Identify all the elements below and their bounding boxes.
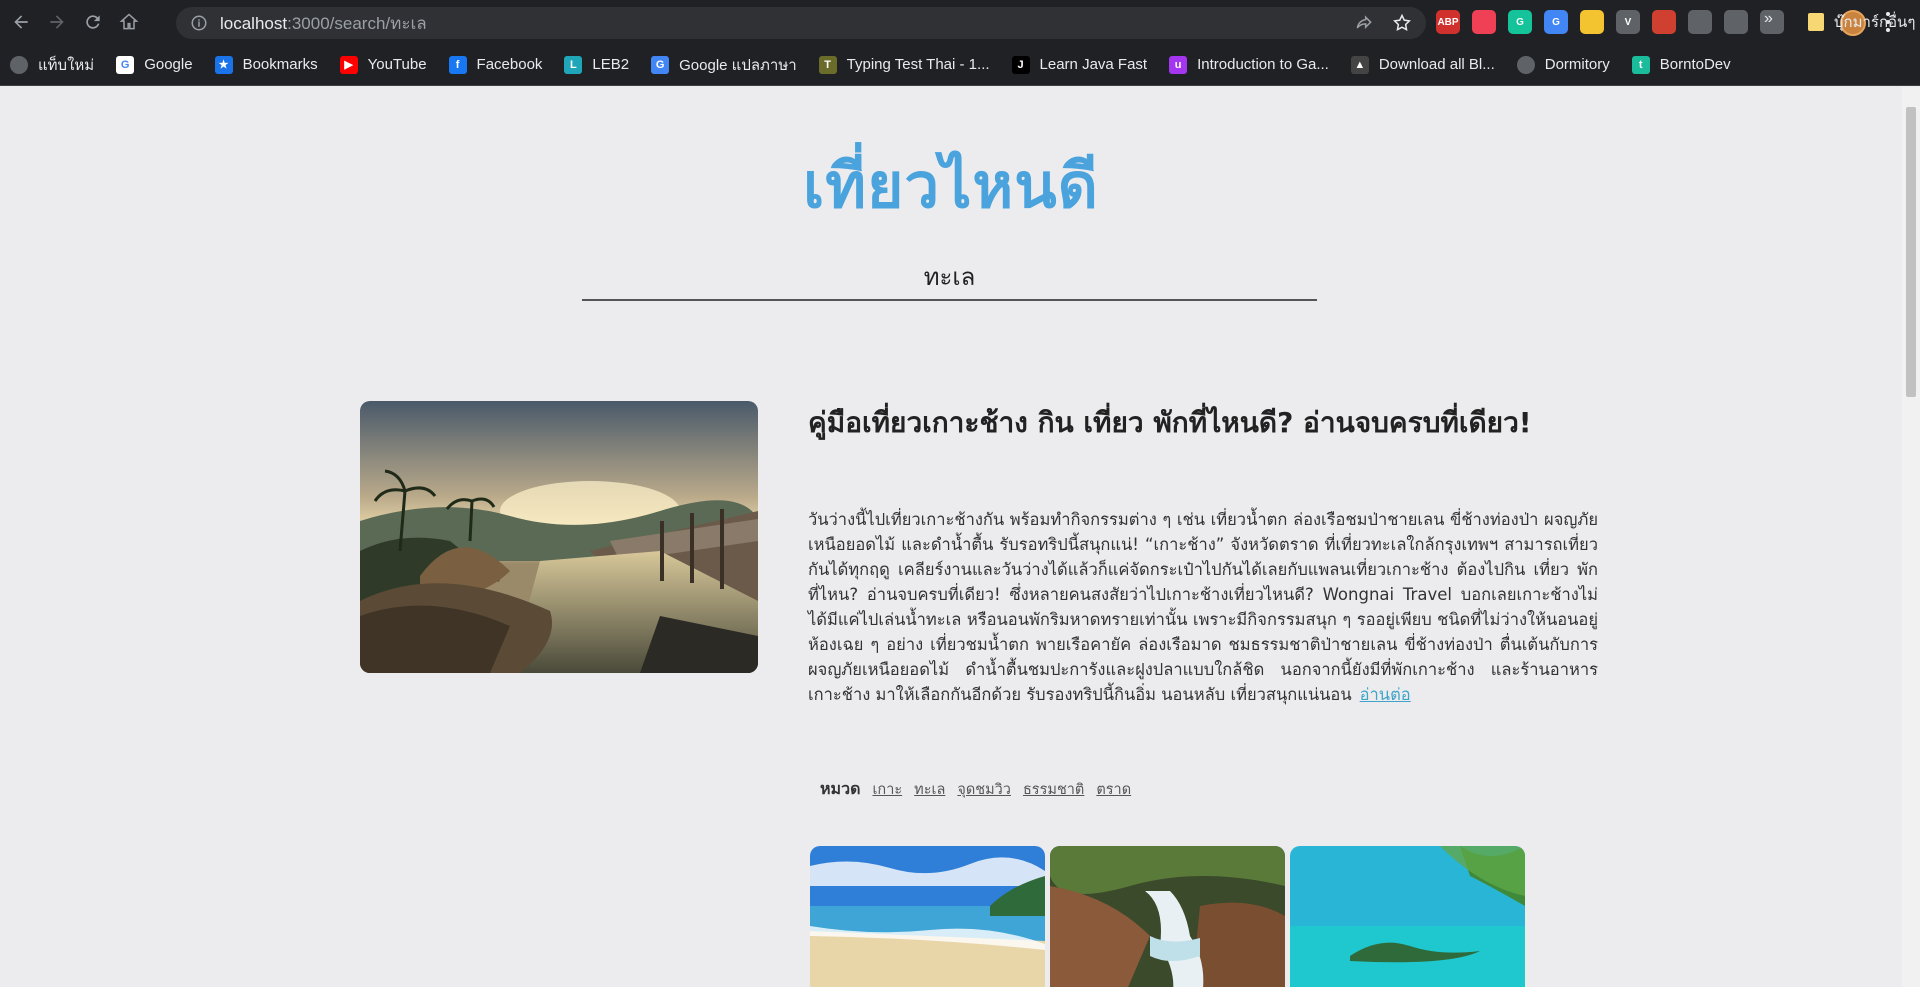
globe-icon [1516, 55, 1535, 74]
beach-image [810, 846, 1045, 987]
pocket-icon[interactable] [1472, 10, 1496, 34]
bookmark-label: Introduction to Ga... [1197, 56, 1329, 73]
bookmark-item[interactable]: L LEB2 [564, 55, 630, 74]
info-icon [191, 15, 207, 31]
resort-pool-image [360, 401, 758, 673]
bookmark-label: YouTube [367, 56, 427, 73]
article-title[interactable]: คู่มือเที่ยวเกาะช้าง กิน เที่ยว พักที่ไห… [808, 402, 1598, 444]
download-icon: ▲ [1350, 55, 1369, 74]
bookmark-item[interactable]: ★ Bookmarks [214, 55, 318, 74]
category-link[interactable]: เกาะ [872, 778, 902, 801]
bookmark-label: Typing Test Thai - 1... [846, 56, 990, 73]
island-image [1290, 846, 1525, 987]
arrow-right-icon [50, 15, 64, 29]
bookmark-label: BorntoDev [1659, 56, 1731, 73]
category-link[interactable]: ตราด [1096, 778, 1131, 801]
grammarly-icon[interactable]: G [1508, 10, 1532, 34]
bookmark-item[interactable]: ▲ Download all Bl... [1350, 55, 1495, 74]
bookmark-label: LEB2 [592, 56, 630, 73]
other-bookmarks-label: บุ๊กมาร์กอื่นๆ [1834, 14, 1916, 31]
star-icon: ★ [214, 55, 233, 74]
url-text: localhost:3000/search/ทะเล [220, 13, 427, 33]
search-field [582, 253, 1317, 301]
bookmark-label: Dormitory [1544, 56, 1610, 73]
bookmark-item[interactable]: แท็บใหม่ [10, 53, 94, 77]
translate-icon: G [651, 55, 670, 74]
bookmark-item[interactable]: f Facebook [448, 55, 543, 74]
reload-button[interactable] [78, 7, 108, 37]
share-icon[interactable] [1354, 13, 1374, 33]
google-icon: G [116, 55, 135, 74]
borntodev-icon: t [1631, 55, 1650, 74]
waterfall-image [1050, 846, 1285, 987]
java-icon: J [1011, 55, 1030, 74]
article-text: วันว่างนี้ไปเที่ยวเกาะช้างกัน พร้อมทำกิจ… [808, 510, 1598, 704]
page-scrollbar[interactable] [1902, 87, 1920, 987]
bookmark-label: Download all Bl... [1378, 56, 1495, 73]
udemy-icon: u [1169, 55, 1188, 74]
bookmark-item[interactable]: J Learn Java Fast [1011, 55, 1148, 74]
bookmark-label: Bookmarks [242, 56, 318, 73]
reload-icon [86, 15, 100, 29]
page-content: เที่ยวไหนดี ทะเล คู่มือเที่ยวเกาะช้าง กิ… [0, 87, 1902, 987]
waterfall-thumbnail[interactable] [1050, 846, 1285, 987]
address-bar[interactable]: localhost:3000/search/ทะเล [176, 7, 1426, 39]
search-input[interactable] [582, 253, 1317, 299]
back-button[interactable] [6, 7, 36, 37]
site-title: เที่ยวไหนดี [803, 149, 1099, 222]
folder-icon [1808, 13, 1824, 31]
game-icon[interactable] [1652, 10, 1676, 34]
bookmark-label: Facebook [476, 56, 543, 73]
thumbnail-strip [810, 846, 1525, 987]
article-body: วันว่างนี้ไปเที่ยวเกาะช้างกัน พร้อมทำกิจ… [808, 507, 1598, 707]
bookmark-item[interactable]: G Google [116, 55, 193, 74]
translate-icon[interactable]: G [1544, 10, 1568, 34]
category-label: หมวด [820, 779, 861, 798]
forward-button[interactable] [42, 7, 72, 37]
island-thumbnail[interactable] [1290, 846, 1525, 987]
category-link[interactable]: ทะเล [914, 778, 945, 801]
vee-icon[interactable]: V [1616, 10, 1640, 34]
bookmark-label: Learn Java Fast [1039, 56, 1148, 73]
typing-icon: T [818, 55, 837, 74]
extensions-bar: ABP G G V [1436, 10, 1784, 34]
bookmark-item[interactable]: u Introduction to Ga... [1169, 55, 1329, 74]
other-bookmarks[interactable]: บุ๊กมาร์กอื่นๆ [1808, 10, 1915, 34]
category-link[interactable]: ธรรมชาติ [1023, 778, 1084, 801]
puzzle-icon[interactable] [1688, 10, 1712, 34]
leb2-icon: L [564, 55, 583, 74]
browser-toolbar: localhost:3000/search/ทะเล ABP G G V [0, 0, 1920, 44]
read-more-link[interactable]: อ่านต่อ [1360, 685, 1411, 704]
bookmark-label: Google แปลภาษา [679, 56, 797, 74]
globe-icon [10, 55, 28, 74]
arrow-left-icon [14, 15, 28, 29]
facebook-icon: f [448, 55, 467, 74]
media-icon[interactable] [1724, 10, 1748, 34]
bookmark-label: Google [144, 56, 193, 73]
home-button[interactable] [114, 7, 144, 37]
chat-icon[interactable] [1580, 10, 1604, 34]
bookmarks-more-button[interactable]: » [1764, 10, 1773, 28]
youtube-icon: ▶ [339, 55, 358, 74]
bookmark-item[interactable]: Dormitory [1516, 55, 1610, 74]
category-list: หมวด เกาะ ทะเล จุดชมวิว ธรรมชาติ ตราด [820, 777, 1143, 802]
article-image[interactable] [360, 401, 758, 673]
bookmark-item[interactable]: t BorntoDev [1631, 55, 1731, 74]
bookmark-label: แท็บใหม่ [38, 56, 95, 74]
home-icon [119, 13, 139, 30]
abp-icon[interactable]: ABP [1436, 10, 1460, 34]
scrollbar-thumb[interactable] [1906, 107, 1916, 397]
bookmark-item[interactable]: ▶ YouTube [339, 55, 427, 74]
beach-thumbnail[interactable] [810, 846, 1045, 987]
bookmarks-bar: แท็บใหม่ G Google ★ Bookmarks ▶ YouTube f Facebo… [0, 44, 1920, 86]
category-link[interactable]: จุดชมวิว [957, 778, 1011, 801]
bookmark-star-icon[interactable] [1392, 13, 1412, 33]
bookmark-item[interactable]: T Typing Test Thai - 1... [818, 55, 990, 74]
bookmark-item[interactable]: G Google แปลภาษา [651, 53, 797, 77]
